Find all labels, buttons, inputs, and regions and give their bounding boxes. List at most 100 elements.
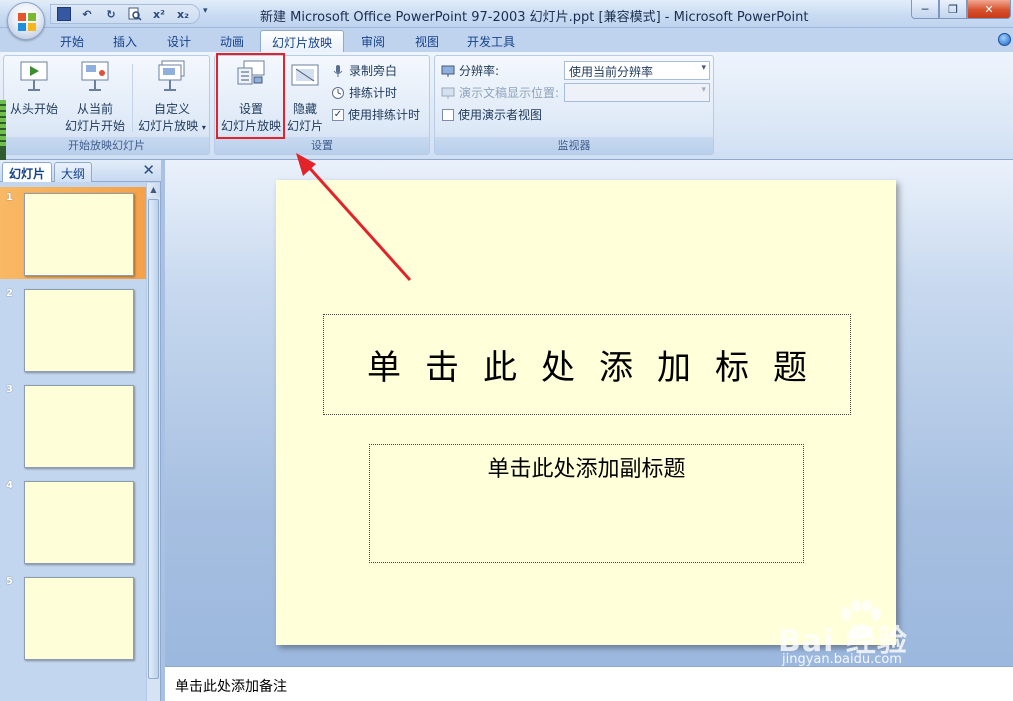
window-controls: ─ ❐ ✕ [911, 0, 1011, 19]
presenter-view-label: 使用演示者视图 [458, 108, 543, 122]
tab-home[interactable]: 开始 [48, 30, 96, 52]
print-preview-icon[interactable] [127, 6, 143, 22]
subtitle-placeholder[interactable]: 单击此处添加副标题 [369, 444, 804, 563]
tab-developer[interactable]: 开发工具 [456, 30, 526, 52]
slide-canvas[interactable]: 单击此处添加标题 单击此处添加副标题 [276, 180, 896, 645]
tab-outline[interactable]: 大纲 [54, 162, 93, 182]
redo-icon[interactable]: ↻ [103, 6, 119, 22]
tab-design[interactable]: 设计 [154, 30, 204, 52]
custom-show-icon [158, 60, 185, 91]
slide-thumbnail-row[interactable]: 3 [0, 379, 146, 471]
from-beginning-label: 从头开始 [9, 102, 58, 116]
group-label-start: 开始放映幻灯片 [4, 137, 209, 154]
presenter-view-checkbox[interactable]: 使用演示者视图 [442, 106, 542, 123]
use-timings-label: 使用排练计时 [348, 108, 421, 122]
slide-thumbnail[interactable] [24, 193, 134, 276]
slide-number: 1 [6, 192, 13, 203]
undo-icon[interactable]: ↶ [79, 6, 95, 22]
from-current-button[interactable]: 从当前 幻灯片开始 [62, 59, 128, 135]
rehearse-timings-button[interactable]: 排练计时 [331, 84, 397, 101]
slide-thumbnails: 1 2 3 4 5 [0, 183, 146, 701]
notes-pane[interactable]: 单击此处添加备注 [165, 666, 1013, 701]
side-indicator [0, 100, 6, 160]
help-icon[interactable] [998, 33, 1011, 46]
show-on-combo[interactable]: ▾ [564, 83, 710, 102]
ribbon-tab-row: 开始 插入 设计 动画 幻灯片放映 审阅 视图 开发工具 [0, 28, 1013, 52]
title-placeholder[interactable]: 单击此处添加标题 [323, 314, 851, 415]
slide-thumbnail-row[interactable]: 5 [0, 571, 146, 663]
record-narration-button[interactable]: 录制旁白 [331, 62, 397, 79]
slide-thumbnail[interactable] [24, 481, 134, 564]
hide-label-2: 幻灯片 [286, 119, 323, 133]
subtitle-placeholder-text: 单击此处添加副标题 [487, 457, 686, 482]
slide-thumbnail-row[interactable]: 2 [0, 283, 146, 375]
projector-play-icon [20, 61, 48, 91]
custom-show-label-1: 自定义 [153, 102, 190, 116]
tab-view[interactable]: 视图 [402, 30, 452, 52]
close-icon[interactable]: ✕ [142, 161, 155, 179]
title-bar: ↶ ↻ x² x₂ ▾ 新建 Microsoft Office PowerPoi… [0, 0, 1013, 28]
microphone-icon [333, 64, 343, 77]
checkbox-box[interactable]: ✓ [332, 108, 344, 121]
resolution-label-row: 分辨率: [441, 62, 499, 79]
from-current-label-1: 从当前 [76, 102, 113, 116]
slide-thumbnail[interactable] [24, 289, 134, 372]
slide-thumbnail-row[interactable]: 1 [0, 187, 146, 279]
from-beginning-button[interactable]: 从头开始 [6, 59, 62, 118]
group-start-slide-show: 从头开始 从当前 幻灯片开始 自定义 幻灯片放映 ▾ 开始放映幻灯片 [3, 55, 210, 155]
group-label-setup: 设置 [215, 137, 429, 154]
highlight-annotation [216, 53, 285, 139]
slide-thumbnail-row[interactable]: 4 [0, 475, 146, 567]
restore-button[interactable]: ❐ [939, 0, 967, 19]
office-button[interactable] [7, 2, 45, 40]
scroll-up-icon[interactable]: ▲ [147, 183, 160, 197]
window-title: 新建 Microsoft Office PowerPoint 97-2003 幻… [260, 10, 809, 25]
tab-insert[interactable]: 插入 [100, 30, 150, 52]
quick-access-toolbar: ↶ ↻ x² x₂ [50, 4, 200, 24]
custom-show-label-2: 幻灯片放映 ▾ [138, 119, 206, 133]
projector-current-icon [81, 61, 109, 91]
slide-number: 5 [6, 576, 13, 587]
thumbnails-scrollbar[interactable]: ▲ [146, 183, 160, 701]
group-divider [132, 64, 133, 132]
hide-label-1: 隐藏 [292, 102, 317, 116]
resolution-combo[interactable]: 使用当前分辨率 ▾ [564, 61, 710, 80]
record-narration-label: 录制旁白 [349, 64, 398, 78]
minimize-button[interactable]: ─ [911, 0, 939, 19]
title-placeholder-text: 单击此处添加标题 [367, 348, 831, 388]
slide-thumbnail[interactable] [24, 577, 134, 660]
slide-number: 2 [6, 288, 13, 299]
hide-slide-button[interactable]: 隐藏 幻灯片 [285, 59, 325, 135]
qat-customize-icon[interactable]: ▾ [203, 6, 208, 16]
clock-icon [332, 86, 344, 99]
close-button[interactable]: ✕ [967, 0, 1011, 19]
slides-pane: 幻灯片 大纲 ✕ 1 2 3 4 5 ▲ [0, 160, 161, 701]
hide-slide-icon [291, 64, 319, 86]
chevron-down-icon: ▾ [701, 63, 706, 73]
office-logo-icon [18, 13, 36, 31]
monitor-disabled-icon [441, 87, 455, 99]
monitor-icon [441, 65, 455, 77]
ribbon: 从头开始 从当前 幻灯片开始 自定义 幻灯片放映 ▾ 开始放映幻灯片 设置 幻灯… [0, 52, 1013, 160]
show-on-label-row: 演示文稿显示位置: [441, 84, 559, 101]
subscript-icon[interactable]: x₂ [175, 6, 191, 22]
notes-placeholder: 单击此处添加备注 [175, 679, 287, 695]
save-icon[interactable] [57, 7, 71, 21]
rehearse-timings-label: 排练计时 [349, 86, 398, 100]
tab-review[interactable]: 审阅 [348, 30, 398, 52]
tab-slide-show[interactable]: 幻灯片放映 [260, 30, 344, 52]
slide-editing-area: 单击此处添加标题 单击此处添加副标题 [165, 160, 1013, 666]
slide-thumbnail[interactable] [24, 385, 134, 468]
slide-number: 4 [6, 480, 13, 491]
use-timings-checkbox[interactable]: ✓ 使用排练计时 [332, 106, 420, 123]
checkbox-box[interactable] [442, 108, 454, 121]
tab-slides[interactable]: 幻灯片 [2, 162, 53, 182]
group-monitors: 分辨率: 使用当前分辨率 ▾ 演示文稿显示位置: ▾ 使用演示者视图 监视器 [434, 55, 714, 155]
superscript-icon[interactable]: x² [151, 6, 167, 22]
pane-tabs: 幻灯片 大纲 ✕ [0, 160, 161, 182]
chevron-down-icon: ▾ [701, 85, 706, 95]
custom-slide-show-button[interactable]: 自定义 幻灯片放映 ▾ [136, 59, 208, 136]
tab-animations[interactable]: 动画 [208, 30, 256, 52]
scrollbar-thumb[interactable] [148, 199, 159, 679]
group-label-monitors: 监视器 [435, 137, 713, 154]
